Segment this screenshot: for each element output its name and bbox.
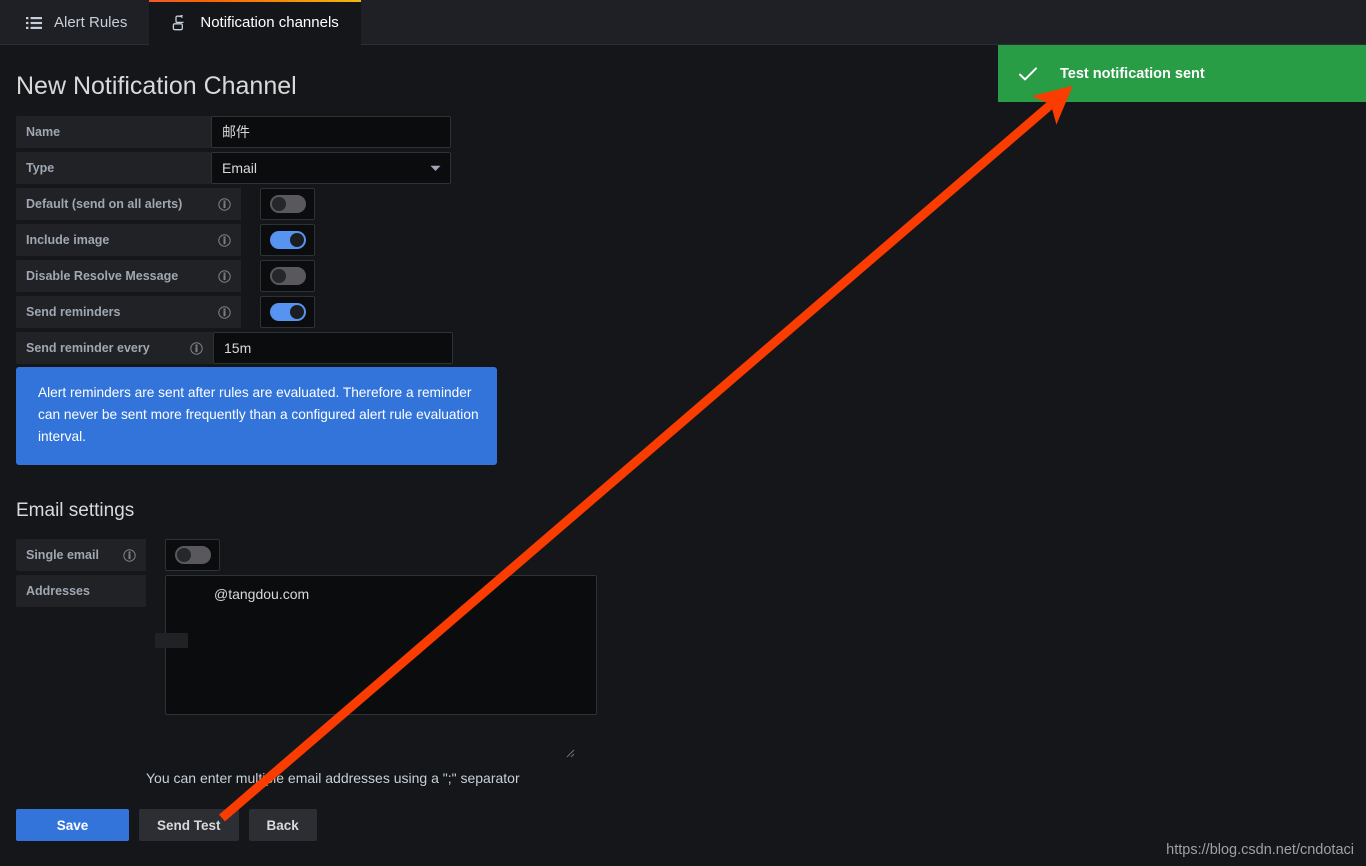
back-button[interactable]: Back <box>248 809 317 841</box>
tab-notification-channels[interactable]: Notification channels <box>149 0 362 45</box>
notification-channel-form: Name Type Default (send on all alerts) <box>16 116 453 368</box>
share-alt-icon <box>171 14 188 31</box>
form-row-disable-resolve: Disable Resolve Message <box>16 260 453 292</box>
include-image-toggle-knob <box>289 233 304 247</box>
redaction-block <box>155 633 188 648</box>
disable-resolve-toggle[interactable] <box>260 260 315 292</box>
email-settings-title: Email settings <box>16 500 135 521</box>
form-row-include-image: Include image <box>16 224 453 256</box>
addresses-textarea[interactable]: @tangdou.com <box>165 575 597 715</box>
page-content: New Notification Channel Name Type Defau… <box>0 45 1366 866</box>
form-row-reminder-every: Send reminder every <box>16 332 453 364</box>
list-icon <box>26 16 42 30</box>
info-alert-text: Alert reminders are sent after rules are… <box>38 385 479 444</box>
tab-alert-rules[interactable]: Alert Rules <box>0 0 149 45</box>
info-circle-icon[interactable] <box>208 197 231 211</box>
info-circle-icon[interactable] <box>208 233 231 247</box>
toast-notification[interactable]: Test notification sent <box>998 45 1366 102</box>
check-icon <box>1018 66 1038 82</box>
addresses-label: Addresses <box>16 575 146 607</box>
textarea-resize-handle[interactable] <box>563 745 575 758</box>
disable-resolve-toggle-knob <box>271 269 286 283</box>
single-email-toggle-track <box>174 546 211 564</box>
reminder-every-label: Send reminder every <box>16 332 213 364</box>
default-label-text: Default (send on all alerts) <box>26 197 183 211</box>
default-label: Default (send on all alerts) <box>16 188 241 220</box>
include-image-toggle[interactable] <box>260 224 315 256</box>
info-circle-icon[interactable] <box>208 269 231 283</box>
send-reminders-toggle-knob <box>289 305 304 319</box>
toast-message: Test notification sent <box>1060 65 1205 82</box>
send-reminders-label-text: Send reminders <box>26 305 121 319</box>
disable-resolve-label: Disable Resolve Message <box>16 260 241 292</box>
reminder-every-label-text: Send reminder every <box>26 341 150 355</box>
info-alert-box: Alert reminders are sent after rules are… <box>16 367 497 465</box>
name-input[interactable] <box>211 116 451 148</box>
form-row-addresses: Addresses @tangdou.com <box>16 575 597 715</box>
default-toggle-track <box>269 195 306 213</box>
send-reminders-toggle-track <box>269 303 306 321</box>
reminder-every-input[interactable] <box>213 332 453 364</box>
default-toggle-knob <box>271 197 286 211</box>
form-row-type: Type <box>16 152 453 184</box>
form-row-single-email: Single email <box>16 539 597 571</box>
type-label: Type <box>16 152 211 184</box>
single-email-label-text: Single email <box>26 548 99 562</box>
default-toggle[interactable] <box>260 188 315 220</box>
single-email-toggle-knob <box>176 548 191 562</box>
include-image-toggle-track <box>269 231 306 249</box>
type-select-value[interactable] <box>211 152 451 184</box>
form-row-send-reminders: Send reminders <box>16 296 453 328</box>
type-select[interactable] <box>211 152 451 184</box>
tab-alert-rules-label: Alert Rules <box>54 14 128 31</box>
name-label: Name <box>16 116 211 148</box>
single-email-toggle[interactable] <box>165 539 220 571</box>
top-tab-bar: Alert Rules Notification channels <box>0 0 1366 45</box>
tab-notification-channels-label: Notification channels <box>200 14 339 31</box>
send-reminders-toggle[interactable] <box>260 296 315 328</box>
addresses-hint: You can enter multiple email addresses u… <box>146 770 520 786</box>
include-image-label: Include image <box>16 224 241 256</box>
watermark-url: https://blog.csdn.net/cndotaci <box>1166 842 1354 858</box>
send-reminders-label: Send reminders <box>16 296 241 328</box>
form-actions: Save Send Test Back <box>16 809 317 841</box>
form-row-name: Name <box>16 116 453 148</box>
info-circle-icon[interactable] <box>113 548 136 562</box>
save-button[interactable]: Save <box>16 809 129 841</box>
email-settings-form: Single email Addresses @tangdou.com <box>16 539 597 719</box>
disable-resolve-toggle-track <box>269 267 306 285</box>
info-circle-icon[interactable] <box>180 341 203 355</box>
disable-resolve-label-text: Disable Resolve Message <box>26 269 179 283</box>
info-circle-icon[interactable] <box>208 305 231 319</box>
single-email-label: Single email <box>16 539 146 571</box>
include-image-label-text: Include image <box>26 233 110 247</box>
page-title: New Notification Channel <box>16 72 297 100</box>
send-test-button[interactable]: Send Test <box>139 809 239 841</box>
form-row-default: Default (send on all alerts) <box>16 188 453 220</box>
